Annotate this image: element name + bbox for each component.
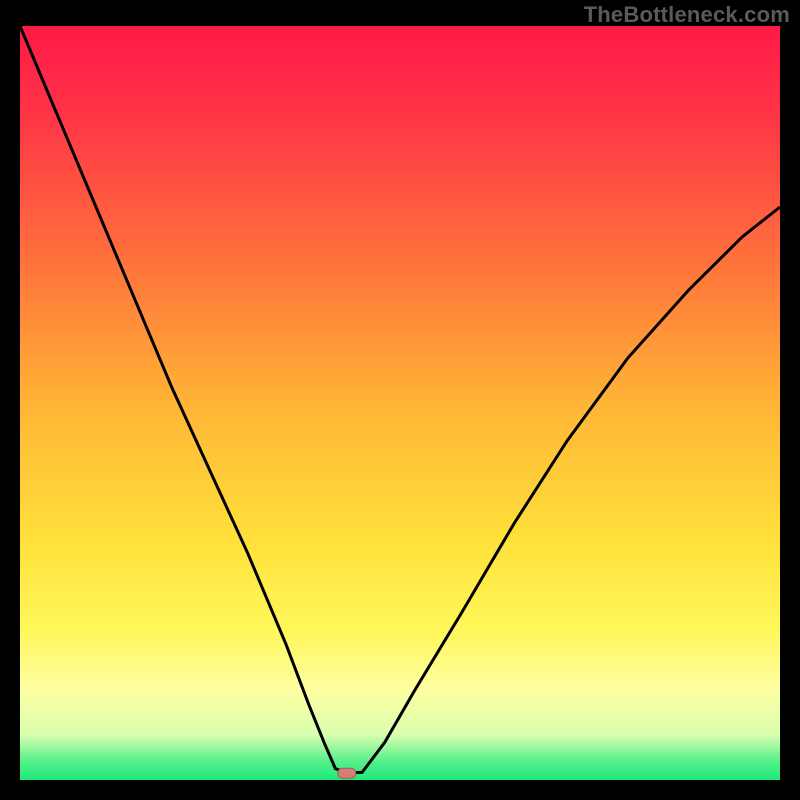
optimal-marker — [338, 768, 356, 778]
bottleneck-chart — [0, 0, 800, 800]
chart-frame: TheBottleneck.com — [0, 0, 800, 800]
watermark-text: TheBottleneck.com — [584, 2, 790, 28]
plot-background — [20, 26, 780, 780]
